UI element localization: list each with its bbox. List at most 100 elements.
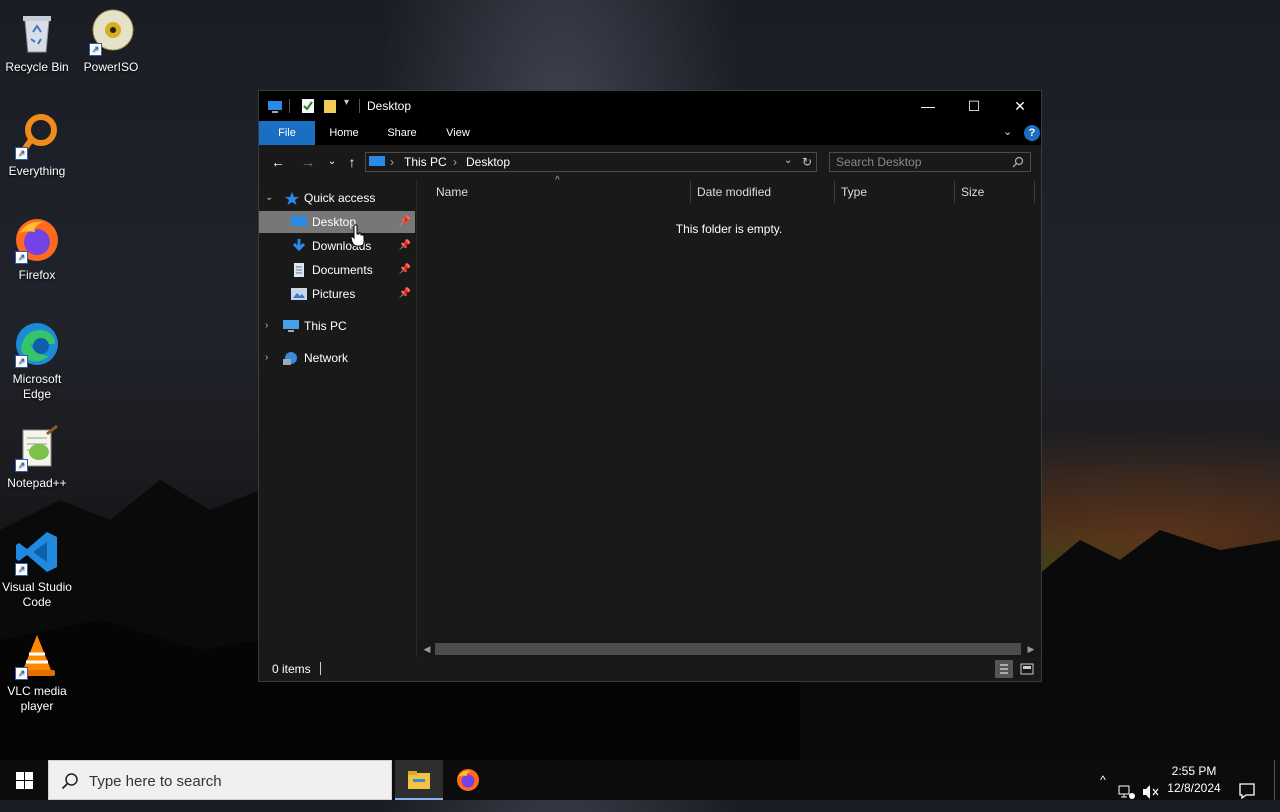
breadcrumb-separator-icon: ›: [390, 155, 394, 169]
volume-muted-icon[interactable]: [1142, 772, 1160, 812]
file-explorer-window: ▾ Desktop — ☐ ✕ File Home Share View ⌄ ?…: [258, 90, 1042, 682]
desktop-icon-vlc[interactable]: ↗ VLC media player: [0, 632, 75, 714]
vscode-icon: ↗: [13, 528, 61, 576]
qa-separator: [289, 99, 290, 113]
desktop-icon-vscode[interactable]: ↗ Visual Studio Code: [0, 528, 75, 610]
tab-share[interactable]: Share: [377, 121, 427, 145]
nav-item-desktop[interactable]: Desktop 📌: [259, 211, 415, 233]
empty-folder-message: This folder is empty.: [675, 222, 783, 236]
recent-locations-chevron-icon[interactable]: ⌄: [323, 153, 341, 171]
quick-access-dropdown-icon[interactable]: ▾: [344, 97, 349, 108]
breadcrumb-desktop[interactable]: Desktop: [466, 155, 510, 169]
notepadpp-icon: ↗: [13, 424, 61, 472]
pictures-icon: [291, 288, 307, 300]
sort-ascending-icon: ^: [555, 175, 560, 186]
network-status-icon[interactable]: [1118, 772, 1136, 812]
refresh-icon[interactable]: ↻: [802, 155, 812, 169]
shortcut-arrow-icon: ↗: [15, 667, 28, 680]
firefox-icon: [457, 769, 479, 791]
taskbar-clock[interactable]: 2:55 PM 12/8/2024: [1160, 763, 1228, 797]
nav-network[interactable]: › Network: [259, 347, 415, 369]
minimize-button[interactable]: —: [905, 91, 951, 121]
address-dropdown-chevron-icon[interactable]: ⌄: [784, 155, 792, 166]
breadcrumb-separator-icon: ›: [453, 155, 457, 169]
everything-search-icon: ↗: [13, 112, 61, 160]
desktop-icon-everything[interactable]: ↗ Everything: [0, 112, 75, 179]
column-header-name[interactable]: Name: [436, 185, 468, 199]
search-input[interactable]: [836, 154, 1006, 170]
desktop-icon-poweriso[interactable]: ↗ PowerISO: [73, 8, 149, 75]
tab-file[interactable]: File: [259, 121, 315, 145]
address-bar[interactable]: › This PC › Desktop ⌄ ↻: [365, 152, 817, 172]
item-count: 0 items: [272, 662, 311, 676]
scroll-right-arrow-icon[interactable]: ▶: [1023, 641, 1039, 657]
pin-icon[interactable]: 📌: [399, 259, 411, 281]
show-hidden-icons-chevron-icon[interactable]: ^: [1094, 760, 1112, 800]
chevron-right-icon[interactable]: ›: [265, 347, 268, 369]
desktop-icon-notepadpp[interactable]: ↗ Notepad++: [0, 424, 75, 491]
title-bar[interactable]: ▾ Desktop — ☐ ✕: [259, 91, 1041, 121]
ribbon-expand-chevron-icon[interactable]: ⌄: [1003, 125, 1012, 138]
maximize-button[interactable]: ☐: [951, 91, 997, 121]
up-arrow-icon[interactable]: ↑: [343, 153, 361, 171]
column-separator[interactable]: [1034, 181, 1035, 203]
pin-icon[interactable]: 📌: [399, 283, 411, 305]
desktop-folder-icon: [291, 216, 307, 226]
scroll-left-arrow-icon[interactable]: ◀: [419, 641, 435, 657]
nav-item-pictures[interactable]: Pictures 📌: [259, 283, 415, 305]
start-button[interactable]: [0, 760, 48, 800]
taskbar-search-box[interactable]: [48, 760, 392, 800]
file-list-pane[interactable]: ^ Name Date modified Type Size This fold…: [417, 175, 1041, 657]
search-box[interactable]: [829, 152, 1031, 172]
breadcrumb-this-pc[interactable]: This PC: [404, 155, 447, 169]
tab-home[interactable]: Home: [319, 121, 369, 145]
show-desktop-button[interactable]: [1274, 760, 1275, 800]
taskbar-file-explorer[interactable]: [395, 760, 443, 800]
network-icon: [283, 352, 297, 365]
qa-separator: [359, 99, 360, 113]
chevron-right-icon[interactable]: ›: [265, 315, 268, 337]
taskbar-search-input[interactable]: [89, 772, 379, 790]
horizontal-scrollbar[interactable]: ◀ ▶: [417, 641, 1041, 657]
column-header-size[interactable]: Size: [961, 185, 984, 199]
column-separator[interactable]: [954, 181, 955, 203]
details-view-icon[interactable]: [995, 660, 1013, 678]
window-title: Desktop: [367, 99, 412, 113]
help-icon[interactable]: ?: [1024, 125, 1040, 141]
new-folder-icon[interactable]: [323, 98, 337, 114]
column-header-type[interactable]: Type: [841, 185, 867, 199]
nav-this-pc[interactable]: › This PC: [259, 315, 415, 337]
notifications-icon[interactable]: [1238, 771, 1256, 811]
properties-icon[interactable]: [301, 98, 315, 114]
column-separator[interactable]: [834, 181, 835, 203]
desktop-icon-firefox[interactable]: ↗ Firefox: [0, 216, 75, 283]
recycle-bin-icon: [13, 8, 61, 56]
forward-arrow-icon[interactable]: →: [299, 153, 317, 171]
column-separator[interactable]: [690, 181, 691, 203]
nav-item-documents[interactable]: Documents 📌: [259, 259, 415, 281]
desktop-icon-recycle-bin[interactable]: Recycle Bin: [0, 8, 75, 75]
desktop-icon-edge[interactable]: ↗ Microsoft Edge: [0, 320, 75, 402]
nav-quick-access[interactable]: ⌄ Quick access: [259, 187, 415, 209]
chevron-down-icon[interactable]: ⌄: [265, 187, 273, 209]
back-arrow-icon[interactable]: ←: [269, 153, 287, 171]
large-icons-view-icon[interactable]: [1018, 660, 1036, 678]
scrollbar-thumb[interactable]: [435, 643, 1021, 655]
taskbar: ^ 2:55 PM 12/8/2024: [0, 760, 1280, 800]
edge-icon: ↗: [13, 320, 61, 368]
tab-view[interactable]: View: [433, 121, 483, 145]
pin-icon[interactable]: 📌: [399, 235, 411, 257]
clock-time: 2:55 PM: [1171, 764, 1217, 778]
status-bar: 0 items: [259, 657, 1041, 681]
taskbar-firefox[interactable]: [444, 760, 492, 800]
nav-item-downloads[interactable]: Downloads 📌: [259, 235, 415, 257]
firefox-icon: ↗: [13, 216, 61, 264]
pin-icon[interactable]: 📌: [399, 211, 411, 233]
shortcut-arrow-icon: ↗: [15, 355, 28, 368]
column-header-date-modified[interactable]: Date modified: [697, 185, 771, 199]
close-button[interactable]: ✕: [997, 91, 1043, 121]
hand-cursor-icon: [350, 224, 365, 247]
quick-access-star-icon: [285, 192, 299, 205]
desktop-location-icon: [369, 156, 385, 166]
file-explorer-icon: [408, 771, 430, 789]
